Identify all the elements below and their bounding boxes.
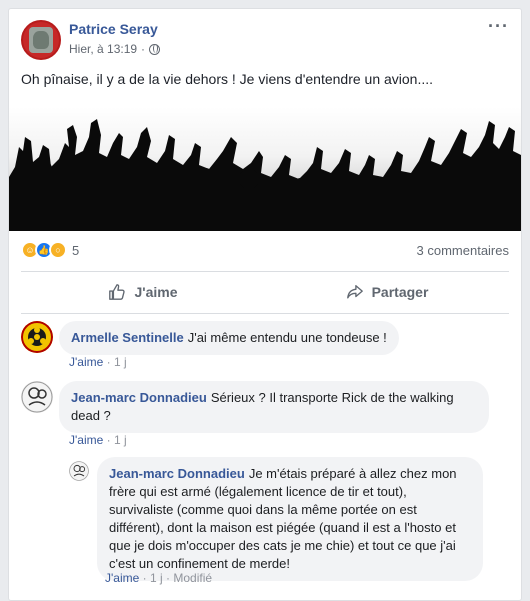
like-button[interactable]: J'aime: [21, 275, 265, 309]
action-bar: J'aime Partager: [21, 275, 509, 309]
comment-bubble: Jean-marc Donnadieu Je m'étais préparé à …: [97, 457, 483, 581]
share-button-label: Partager: [371, 284, 429, 300]
comment-meta: J'aime · 1 j: [69, 433, 127, 447]
thumbs-up-icon: [109, 284, 126, 300]
divider: [21, 271, 509, 272]
comment-meta: J'aime · 1 j: [69, 355, 127, 369]
meta-separator: ·: [106, 433, 114, 447]
comment-meta: J'aime · 1 j · Modifié: [105, 571, 212, 585]
like-button-label: J'aime: [134, 284, 178, 300]
comment: Armelle Sentinelle J'ai même entendu une …: [21, 321, 399, 355]
post-stats: ☺ 👍 ○ 5 3 commentaires: [21, 239, 509, 261]
comment-text: Je m'étais préparé à allez chez mon frèr…: [109, 466, 457, 571]
meta-separator: ·: [142, 571, 150, 585]
avatar-face: [33, 31, 49, 49]
comment-like-link[interactable]: J'aime: [105, 571, 139, 585]
meta-separator: ·: [141, 42, 146, 56]
comment-bubble: Jean-marc Donnadieu Sérieux ? Il transpor…: [59, 381, 489, 433]
commenter-name[interactable]: Jean-marc Donnadieu: [109, 466, 245, 481]
comment-bubble: Armelle Sentinelle J'ai même entendu une …: [59, 321, 399, 355]
post-photo[interactable]: [9, 107, 521, 231]
post-time[interactable]: Hier, à 13:19: [69, 42, 137, 56]
share-arrow-icon: [346, 285, 363, 299]
cartoon-avatar-icon: [69, 461, 89, 481]
post-meta: Hier, à 13:19 ·: [69, 42, 161, 56]
reactions-summary[interactable]: ☺ 👍 ○ 5: [21, 241, 79, 259]
commenter-avatar[interactable]: [21, 381, 53, 413]
comment-like-link[interactable]: J'aime: [69, 355, 103, 369]
more-options-icon[interactable]: ···: [488, 17, 509, 35]
commenter-avatar[interactable]: [69, 461, 89, 481]
cartoon-avatar-icon: [21, 381, 53, 413]
crowd-silhouette-image: [9, 119, 521, 231]
reply-comment: Jean-marc Donnadieu Je m'étais préparé à …: [69, 457, 483, 581]
commenter-name[interactable]: Armelle Sentinelle: [71, 330, 184, 345]
wow-reaction-icon: ○: [49, 241, 67, 259]
post-card: Patrice Seray Hier, à 13:19 · ··· Oh pîn…: [8, 8, 522, 601]
author-avatar[interactable]: [21, 20, 61, 60]
reaction-count: 5: [72, 242, 80, 258]
comments-count-link[interactable]: 3 commentaires: [417, 243, 509, 258]
meta-separator: ·: [106, 355, 114, 369]
comment-time[interactable]: 1 j: [150, 571, 163, 585]
comment-time[interactable]: 1 j: [114, 433, 127, 447]
biohazard-icon: [21, 321, 53, 353]
divider: [21, 313, 509, 314]
author-name[interactable]: Patrice Seray: [69, 21, 158, 37]
comment-text: J'ai même entendu une tondeuse !: [187, 330, 387, 345]
post-header: Patrice Seray Hier, à 13:19 · ···: [21, 17, 509, 63]
comment-like-link[interactable]: J'aime: [69, 433, 103, 447]
globe-icon[interactable]: [149, 43, 161, 55]
post-text: Oh pînaise, il y a de la vie dehors ! Je…: [21, 71, 434, 87]
comment-time[interactable]: 1 j: [114, 355, 127, 369]
comment: Jean-marc Donnadieu Sérieux ? Il transpor…: [21, 381, 489, 433]
share-button[interactable]: Partager: [265, 275, 509, 309]
commenter-avatar[interactable]: [21, 321, 53, 353]
comment-edited-label[interactable]: Modifié: [173, 571, 212, 585]
commenter-name[interactable]: Jean-marc Donnadieu: [71, 390, 207, 405]
